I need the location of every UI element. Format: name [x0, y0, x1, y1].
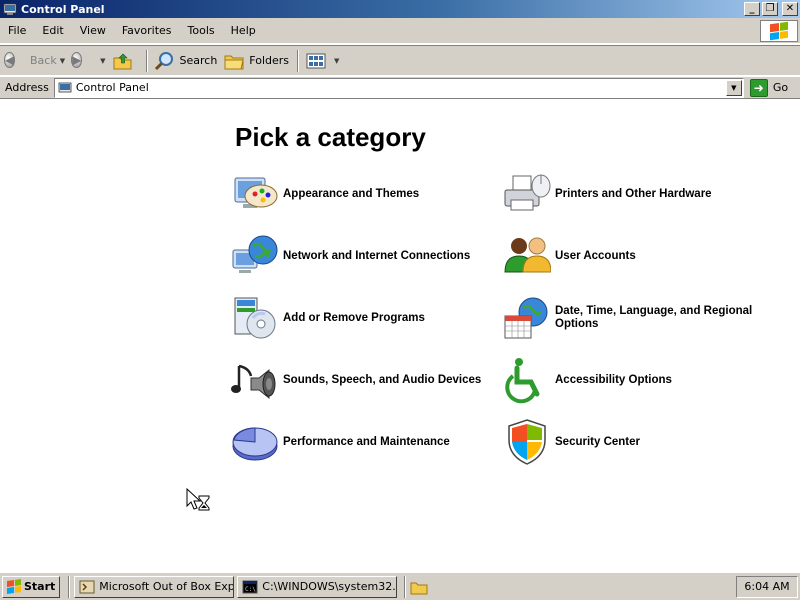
accessibility-icon — [503, 356, 551, 404]
category-label: Date, Time, Language, and Regional Optio… — [555, 305, 753, 330]
back-button[interactable]: ◀ Back ▼ — [4, 50, 65, 72]
category-network-internet[interactable]: Network and Internet Connections — [231, 232, 496, 280]
toolbar-separator — [297, 49, 300, 72]
menu-bar: File Edit View Favorites Tools Help — [0, 18, 800, 44]
forward-arrow-icon: ▶ — [71, 51, 83, 68]
address-value: Control Panel — [75, 81, 149, 94]
taskbar: Start Microsoft Out of Box Exp... C:\ C:… — [0, 572, 800, 600]
start-button[interactable]: Start — [2, 575, 61, 598]
pie-chart-icon — [231, 418, 279, 466]
folders-button[interactable]: Folders — [223, 50, 289, 72]
views-button[interactable]: ▼ — [305, 50, 339, 72]
date-time-globe-icon — [503, 294, 551, 342]
printer-icon — [503, 170, 551, 218]
minimize-button[interactable]: _ — [744, 2, 760, 16]
forward-button[interactable]: ▶ ▼ — [71, 50, 106, 72]
windows-logo-icon — [760, 19, 798, 42]
menu-edit[interactable]: Edit — [34, 24, 71, 37]
category-date-time-language[interactable]: Date, Time, Language, and Regional Optio… — [503, 294, 768, 342]
category-add-remove-programs[interactable]: Add or Remove Programs — [231, 294, 496, 342]
menu-file[interactable]: File — [0, 24, 34, 37]
category-label: Accessibility Options — [555, 373, 672, 386]
svg-text:C:\: C:\ — [245, 586, 256, 593]
search-button[interactable]: Search — [154, 50, 218, 72]
menu-help[interactable]: Help — [223, 24, 264, 37]
shield-icon — [503, 418, 551, 466]
task-label: Microsoft Out of Box Exp... — [99, 580, 235, 593]
folders-label: Folders — [249, 54, 290, 67]
menu-favorites[interactable]: Favorites — [114, 24, 180, 37]
task-label: C:\WINDOWS\system32... — [262, 580, 398, 593]
taskbar-item-cmd[interactable]: C:\ C:\WINDOWS\system32... — [237, 575, 398, 598]
category-user-accounts[interactable]: User Accounts — [503, 232, 768, 280]
category-label: Sounds, Speech, and Audio Devices — [283, 373, 482, 386]
views-grid-icon — [305, 50, 327, 72]
category-security-center[interactable]: Security Center — [503, 418, 768, 466]
close-button[interactable]: ✕ — [782, 2, 798, 16]
taskbar-item-oobe[interactable]: Microsoft Out of Box Exp... — [74, 575, 235, 598]
toolbar: ◀ Back ▼ ▶ ▼ Search Folders ▼ — [0, 45, 800, 76]
folder-quick-launch-icon[interactable] — [410, 579, 428, 595]
page-title: Pick a category — [235, 122, 426, 152]
address-input[interactable]: Control Panel ▼ — [53, 77, 744, 98]
speaker-note-icon — [231, 356, 279, 404]
category-printers-hardware[interactable]: Printers and Other Hardware — [503, 170, 768, 218]
busy-cursor-icon — [186, 487, 212, 514]
oobe-icon — [79, 579, 95, 595]
category-sounds-speech-audio[interactable]: Sounds, Speech, and Audio Devices — [231, 356, 496, 404]
control-panel-icon — [58, 81, 72, 95]
category-view: Pick a category Appearance and Themes Ne… — [0, 100, 800, 572]
category-label: Add or Remove Programs — [283, 311, 425, 324]
menu-view[interactable]: View — [72, 24, 114, 37]
category-label: Appearance and Themes — [283, 187, 420, 200]
forward-dropdown-icon[interactable]: ▼ — [100, 57, 105, 65]
address-bar: Address Control Panel ▼ ➜ Go — [0, 77, 800, 99]
toolbar-separator — [145, 49, 148, 72]
search-icon — [154, 50, 176, 72]
address-label: Address — [5, 81, 49, 94]
cmd-icon: C:\ — [242, 579, 258, 595]
folders-icon — [223, 50, 245, 72]
category-performance-maintenance[interactable]: Performance and Maintenance — [231, 418, 496, 466]
back-dropdown-icon[interactable]: ▼ — [60, 57, 65, 65]
up-folder-button[interactable] — [112, 50, 138, 72]
add-remove-programs-icon — [231, 294, 279, 342]
appearance-themes-icon — [231, 170, 279, 218]
category-label: Security Center — [555, 435, 641, 448]
category-label: Performance and Maintenance — [283, 435, 450, 448]
windows-logo-icon — [7, 579, 21, 594]
title-bar[interactable]: Control Panel _ ❐ ✕ — [0, 0, 800, 18]
network-globe-icon — [231, 232, 279, 280]
menu-tools[interactable]: Tools — [180, 24, 223, 37]
search-label: Search — [179, 54, 218, 67]
restore-button[interactable]: ❐ — [762, 2, 778, 16]
category-appearance-themes[interactable]: Appearance and Themes — [231, 170, 496, 218]
start-label: Start — [24, 580, 56, 593]
user-accounts-icon — [503, 232, 552, 280]
address-dropdown-icon[interactable]: ▼ — [725, 79, 742, 96]
category-accessibility[interactable]: Accessibility Options — [503, 356, 768, 404]
go-arrow-icon: ➜ — [749, 78, 768, 97]
system-clock[interactable]: 6:04 AM — [736, 575, 798, 598]
category-label: Network and Internet Connections — [283, 249, 471, 262]
taskbar-separator — [404, 575, 407, 598]
taskbar-separator — [68, 575, 71, 598]
go-label: Go — [772, 81, 789, 94]
window-title: Control Panel — [21, 2, 105, 16]
back-label: Back — [30, 54, 57, 67]
up-folder-icon — [112, 50, 134, 72]
category-label: Printers and Other Hardware — [555, 187, 712, 200]
views-dropdown-icon[interactable]: ▼ — [334, 57, 339, 65]
category-label: User Accounts — [555, 249, 636, 262]
go-button[interactable]: ➜ Go — [749, 78, 789, 97]
back-arrow-icon: ◀ — [4, 51, 16, 68]
control-panel-icon — [3, 2, 17, 16]
